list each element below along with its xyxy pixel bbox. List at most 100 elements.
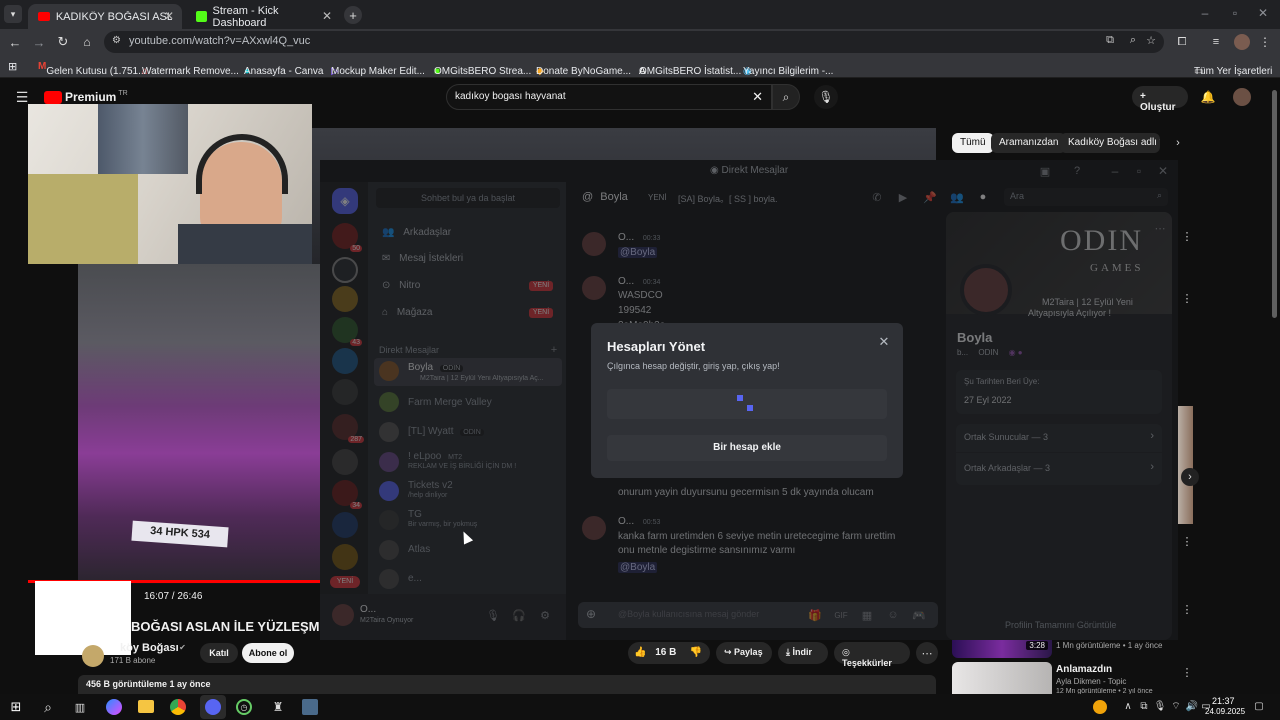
browser-menu-icon[interactable]: ⋮ xyxy=(1258,34,1272,50)
app-icon[interactable]: ◷ xyxy=(236,699,252,715)
message-avatar[interactable] xyxy=(582,516,606,540)
view-full-profile-link[interactable]: Profilin Tamamını Görüntüle xyxy=(1005,620,1116,630)
chip-from-search[interactable]: Aramanızdan xyxy=(991,133,1067,153)
hamburger-menu-icon[interactable]: ☰ xyxy=(14,89,30,105)
nav-shop[interactable]: ⌂ Mağaza xyxy=(382,307,432,318)
tab-close-icon[interactable]: ✕ xyxy=(322,9,332,23)
server-icon[interactable] xyxy=(332,512,358,538)
mute-mic-icon[interactable]: 🎙 xyxy=(486,608,500,622)
close-window-icon[interactable]: ✕ xyxy=(1254,6,1272,20)
message-author[interactable]: O... 00:33 xyxy=(618,232,660,243)
discord-taskbar-button[interactable] xyxy=(200,695,226,719)
message-mention[interactable]: @Boyla xyxy=(618,247,658,258)
discord-maximize-icon[interactable]: ▫ xyxy=(1132,164,1146,178)
add-friends-icon[interactable]: 👥 xyxy=(950,190,964,204)
rec-video2-title[interactable]: Anlamazdın xyxy=(1056,664,1112,675)
dm-name[interactable]: Farm Merge Valley xyxy=(408,397,492,408)
apps-grid-icon[interactable]: ⊞ xyxy=(8,60,17,73)
clear-search-icon[interactable]: ✕ xyxy=(752,89,763,105)
message-avatar[interactable] xyxy=(582,276,606,300)
description-box[interactable]: 456 B görüntüleme 1 ay önce xyxy=(78,675,936,694)
tray-app-icon[interactable]: ⧉ xyxy=(1138,699,1150,713)
dm-name[interactable]: ! eLpoo MT2 xyxy=(408,451,462,462)
taskbar-search-icon[interactable]: ⌕ xyxy=(40,699,56,715)
discord-home-icon[interactable]: ◈ xyxy=(332,188,358,214)
dm-name[interactable]: [TL] Wyatt ODIN xyxy=(408,426,484,437)
user-settings-gear-icon[interactable]: ⚙ xyxy=(538,608,552,622)
thanks-button[interactable]: ◎ Teşekkürler xyxy=(834,642,910,668)
minimize-icon[interactable]: – xyxy=(1196,6,1214,20)
bookmark-star-icon[interactable]: ☆ xyxy=(1146,34,1156,47)
server-icon[interactable] xyxy=(332,348,358,374)
profile-avatar[interactable] xyxy=(960,264,1012,316)
tray-status-icon[interactable] xyxy=(1093,700,1107,714)
media-icon[interactable]: ≡ xyxy=(1208,34,1224,50)
server-icon[interactable]: 50 xyxy=(332,223,362,252)
create-button[interactable]: + Oluştur xyxy=(1132,86,1188,113)
rec-menu-icon[interactable]: ⋮ xyxy=(1181,664,1193,680)
message-avatar[interactable] xyxy=(582,232,606,256)
app-icon[interactable]: ♜ xyxy=(270,699,286,715)
pinned-icon[interactable]: 📌 xyxy=(923,190,937,204)
gift-icon[interactable]: 🎁 xyxy=(808,608,822,622)
rec-menu-icon[interactable]: ⋮ xyxy=(1181,533,1193,549)
chips-next-icon[interactable]: › xyxy=(1172,137,1184,149)
copilot-icon[interactable] xyxy=(106,699,122,715)
notifications-bell-icon[interactable]: 🔔 xyxy=(1200,89,1216,105)
nav-nitro[interactable]: ⊙ Nitro xyxy=(382,280,420,291)
dm-name[interactable]: Tickets v2 xyxy=(408,480,453,491)
rec-video2-artist[interactable]: Ayla Dikmen - Topic xyxy=(1056,677,1126,686)
dm-search-input[interactable]: Sohbet bul ya da başlat xyxy=(376,188,560,208)
search-button[interactable]: ⌕ xyxy=(772,84,800,110)
home-icon[interactable]: ⌂ xyxy=(78,33,96,51)
url-field[interactable]: ⚙ youtube.com/watch?v=AXxwl4Q_vuc ⧉ ⌕ ☆ xyxy=(104,31,1164,53)
attach-plus-icon[interactable]: ⊕ xyxy=(586,607,596,621)
channel-avatar[interactable] xyxy=(82,645,104,667)
message-author[interactable]: O... 00:34 xyxy=(618,276,660,287)
dm-name[interactable]: e... xyxy=(408,573,422,584)
file-explorer-icon[interactable] xyxy=(138,700,154,713)
server-icon[interactable]: 34 xyxy=(332,480,362,509)
profile-menu-icon[interactable]: ⋯ xyxy=(1154,222,1166,235)
server-icon[interactable]: 287 xyxy=(332,414,364,443)
bookmark-item[interactable]: M Gelen Kutusu (1.751... xyxy=(38,61,146,77)
zoom-icon[interactable]: ⌕ xyxy=(1130,34,1136,47)
rec-video2-thumbnail[interactable] xyxy=(952,662,1052,694)
tab-kick[interactable]: Stream - Kick Dashboard ✕ xyxy=(186,4,340,29)
message-composer[interactable]: ⊕ @Boyla kullanıcısına mesaj gönder xyxy=(578,602,938,628)
message-author[interactable]: O... 00:53 xyxy=(618,516,660,527)
rec-next-icon[interactable]: › xyxy=(1181,468,1199,486)
install-icon[interactable]: ⧉ xyxy=(1106,34,1114,47)
tray-mic-icon[interactable]: 🎙 xyxy=(1154,699,1167,713)
dm-name[interactable]: TG xyxy=(408,509,422,520)
add-dm-icon[interactable]: + xyxy=(548,344,560,356)
notifications-icon[interactable]: ▢ xyxy=(1252,699,1266,713)
site-info-icon[interactable]: ⚙ xyxy=(112,35,121,46)
clock-time[interactable]: 21:37 xyxy=(1212,696,1235,706)
rec-menu-icon[interactable]: ⋮ xyxy=(1181,601,1193,617)
share-button[interactable]: ↪ Paylaş xyxy=(716,642,772,664)
headphones-icon[interactable]: 🎧 xyxy=(512,608,526,622)
channel-name[interactable]: köy Boğası xyxy=(120,642,179,654)
more-actions-icon[interactable]: ⋯ xyxy=(916,642,938,664)
youtube-logo[interactable]: Premium TR xyxy=(44,90,128,104)
emoji-icon[interactable]: ☺ xyxy=(886,608,900,622)
inbox-icon[interactable]: ▣ xyxy=(1038,164,1052,178)
dm-name[interactable]: Atlas xyxy=(408,544,430,555)
server-icon[interactable] xyxy=(332,379,358,405)
sticker-icon[interactable]: ▦ xyxy=(860,608,874,622)
server-new-badge[interactable]: YENİ xyxy=(330,576,360,588)
user-avatar[interactable] xyxy=(332,604,354,626)
server-icon[interactable]: 43 xyxy=(332,317,362,346)
voice-search-icon[interactable]: 🎙 xyxy=(814,85,838,109)
dislike-button[interactable]: 👎 xyxy=(690,647,702,658)
app-icon[interactable] xyxy=(302,699,318,715)
new-tab-icon[interactable]: + xyxy=(344,6,362,24)
download-button[interactable]: ⤓ İndir xyxy=(778,642,828,664)
user-profile-toggle-icon[interactable]: ● xyxy=(976,190,990,204)
chip-related[interactable]: Kadıköy Boğası adlı yük xyxy=(1060,133,1160,153)
rec-menu-icon[interactable]: ⋮ xyxy=(1181,290,1193,306)
windows-start-icon[interactable]: ⊞ xyxy=(8,699,24,715)
server-icon[interactable] xyxy=(332,544,358,570)
back-icon[interactable]: ← xyxy=(6,33,24,51)
